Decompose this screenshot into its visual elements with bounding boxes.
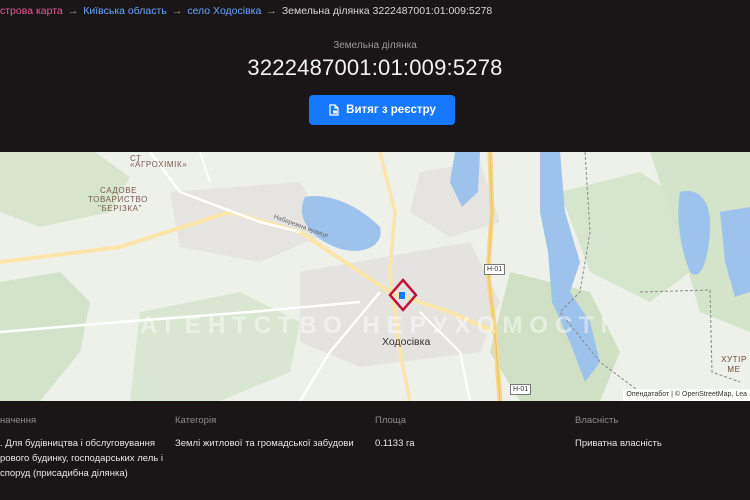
road-shield: Н-01 <box>484 264 506 275</box>
detail-purpose-value: . Для будівництва і обслуговування ровог… <box>0 438 163 479</box>
parcel-details: начення . Для будівництва і обслуговуван… <box>0 401 750 500</box>
breadcrumb-current: Земельна ділянка 3222487001:01:009:5278 <box>281 5 493 17</box>
map-label-khutir: ХУТІР МЕ <box>721 355 747 374</box>
breadcrumb-region-link[interactable]: Київська область <box>83 5 167 17</box>
map-watermark: АГЕНТСТВО НЕРУХОМОСТІ <box>140 312 615 339</box>
parcel-header: Земельна ділянка 3222487001:01:009:5278 … <box>0 22 750 150</box>
detail-category: Категорія Землі житлової та громадської … <box>175 415 365 451</box>
page-subtitle: Земельна ділянка <box>333 40 417 51</box>
breadcrumb-village-link[interactable]: село Ходосівка <box>187 5 261 17</box>
map-view[interactable]: АГЕНТСТВО НЕРУХОМОСТІ СТ «АГРОХІМІК» САД… <box>0 152 750 401</box>
detail-purpose-label: начення <box>0 415 37 426</box>
detail-ownership-value: Приватна власність <box>575 438 662 449</box>
road-shield: Н-01 <box>510 384 532 395</box>
detail-ownership-label: Власність <box>575 415 619 426</box>
map-label-agro-2: «АГРОХІМІК» <box>130 160 188 169</box>
detail-area-value: 0.1133 га <box>375 438 415 449</box>
detail-area-label: Площа <box>375 415 406 426</box>
breadcrumb: строва карта → Київська область → село Х… <box>0 0 750 22</box>
document-icon <box>329 104 339 116</box>
detail-purpose: начення . Для будівництва і обслуговуван… <box>0 415 165 481</box>
breadcrumb-separator: → <box>171 5 183 17</box>
map-label-sadove-3: "БЕРІЗКА" <box>98 204 143 213</box>
detail-area: Площа 0.1133 га <box>375 415 555 451</box>
detail-category-value: Землі житлової та громадської забудови <box>175 438 354 449</box>
breadcrumb-separator: → <box>266 5 277 17</box>
registry-extract-label: Витяг з реєстру <box>346 104 436 116</box>
detail-category-label: Категорія <box>175 415 217 426</box>
detail-ownership: Власність Приватна власність <box>575 415 745 451</box>
map-attribution[interactable]: Опендатабот | © OpenStreetMap, Lea <box>623 389 750 401</box>
page-title: 3222487001:01:009:5278 <box>247 55 503 80</box>
breadcrumb-separator: → <box>67 5 79 17</box>
map-label-city: Ходосівка <box>382 336 431 348</box>
registry-extract-button[interactable]: Витяг з реєстру <box>309 95 455 125</box>
breadcrumb-map-link[interactable]: строва карта <box>0 5 63 17</box>
